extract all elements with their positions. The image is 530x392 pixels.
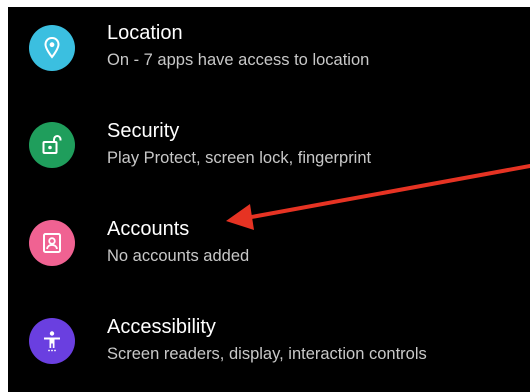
settings-item-title: Accounts [107,218,190,240]
settings-item-title: Location [107,22,183,44]
unlocked-padlock-icon [29,122,75,168]
location-pin-icon [29,25,75,71]
settings-item-location[interactable]: Location On - 7 apps have access to loca… [8,7,530,97]
settings-item-title: Security [107,120,180,142]
settings-item-subtitle: Screen readers, display, interaction con… [107,345,427,363]
settings-item-subtitle: Play Protect, screen lock, fingerprint [107,149,372,167]
settings-item-accounts[interactable]: Accounts No accounts added [8,203,530,293]
settings-item-subtitle: No accounts added [107,247,250,265]
accessibility-person-icon [29,318,75,364]
settings-item-accessibility[interactable]: Accessibility Screen readers, display, i… [8,301,530,391]
settings-item-title: Accessibility [107,316,216,338]
settings-screen: Apps & notifications Location On - 7 app… [8,7,530,392]
settings-item-subtitle: On - 7 apps have access to location [107,51,370,69]
settings-item-security[interactable]: Security Play Protect, screen lock, fing… [8,105,530,195]
account-box-icon [29,220,75,266]
